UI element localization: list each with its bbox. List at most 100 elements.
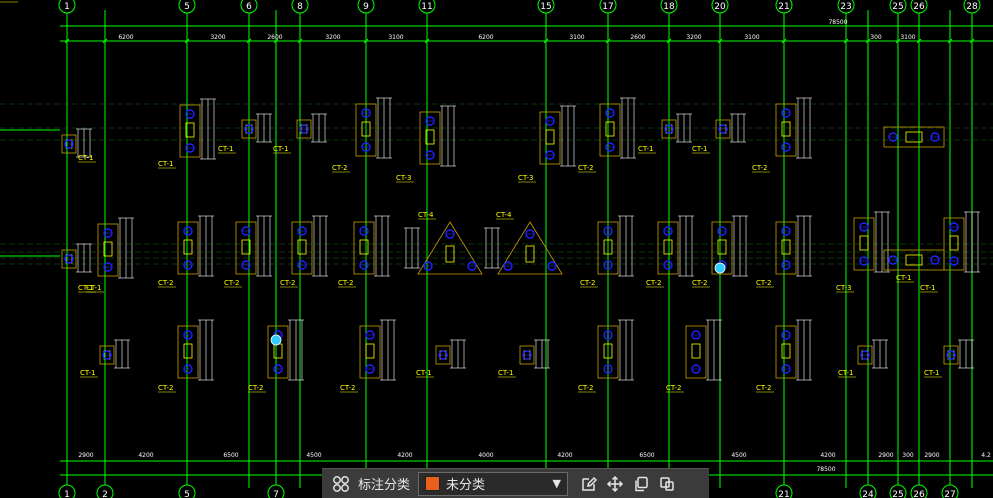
dimension-text-bottom: 4.2 xyxy=(981,452,991,459)
dimension-text-bottom: 4500 xyxy=(306,452,321,459)
column-outline xyxy=(445,245,455,263)
axis-label-bottom: 5 xyxy=(184,490,190,498)
axis-label-top: 8 xyxy=(297,2,303,12)
axis-label-top: 17 xyxy=(602,2,613,12)
pile-cap-tag: CT-4 xyxy=(418,211,434,219)
axis-label-top: 28 xyxy=(966,2,978,12)
column-outline xyxy=(781,343,791,359)
axis-label-bottom: 7 xyxy=(273,490,279,498)
column-outline xyxy=(545,129,555,145)
category-color-swatch xyxy=(425,476,441,491)
pile-cap-tag: CT-3 xyxy=(836,284,852,292)
pile-cap-tag: CT-2 xyxy=(280,279,296,287)
annotation-category-label: 标注分类 xyxy=(358,478,411,493)
chevron-down-icon: ▼ xyxy=(552,477,562,490)
dimension-text-top: 2600 xyxy=(267,34,282,41)
dimension-text-top: 3200 xyxy=(686,34,701,41)
axis-label-top: 18 xyxy=(663,2,675,12)
dimension-text-top: 3100 xyxy=(744,34,759,41)
pile-cap-tag: CT-1 xyxy=(86,284,102,292)
pile-cap-tag: CT-2 xyxy=(756,384,772,392)
dimension-text-bottom: 4200 xyxy=(820,452,835,459)
pile-cap-tag: CT-2 xyxy=(340,384,356,392)
pile-cap-outline xyxy=(775,103,797,157)
dimension-text-bottom: 4200 xyxy=(397,452,412,459)
dimension-text-bottom: 2900 xyxy=(78,452,93,459)
selected-pile-marker xyxy=(714,262,726,274)
dimension-total-bottom: 78500 xyxy=(816,466,835,473)
pile-cap-outline xyxy=(235,221,257,275)
axis-label-top: 23 xyxy=(840,2,851,12)
dimension-text-top: 6200 xyxy=(478,34,493,41)
axis-label-bottom: 27 xyxy=(944,490,955,498)
column-outline xyxy=(781,121,791,137)
pile-cap-outline xyxy=(177,221,199,275)
pile-cap-outline xyxy=(775,221,797,275)
column-outline xyxy=(605,121,615,137)
pile-cap-tag: CT-2 xyxy=(580,279,596,287)
axis-label-bottom: 24 xyxy=(862,490,874,498)
pile-cap-tag: CT-2 xyxy=(756,279,772,287)
grid-icon[interactable] xyxy=(328,471,354,497)
pile-cap-tag: CT-1 xyxy=(920,284,936,292)
pile-cap-outline xyxy=(657,221,679,275)
dimension-text-top: 300 xyxy=(870,34,882,41)
pile-cap-tag: CT-2 xyxy=(158,279,174,287)
axis-label-top: 21 xyxy=(778,2,789,12)
pile-cap-tag: CT-3 xyxy=(518,174,534,182)
pile-cap-tag: CT-1 xyxy=(498,369,514,377)
column-outline xyxy=(365,343,375,359)
pile-cap-outline xyxy=(685,325,707,379)
category-dropdown[interactable]: 未分类 ▼ xyxy=(418,471,569,496)
dimension-text-bottom: 4200 xyxy=(138,452,153,459)
axis-label-bottom: 25 xyxy=(892,490,903,498)
cad-drawing-canvas[interactable]: 1 5 6 8 9 11 15 17 18 20 21 23 25 26 281 2 5 7 21 24 25 26 276… xyxy=(0,0,993,498)
edit-icon[interactable] xyxy=(576,471,602,497)
paste-icon[interactable] xyxy=(654,471,680,497)
pile-cap-outline xyxy=(419,111,441,165)
axis-label-top: 15 xyxy=(540,2,551,12)
dimension-text-bottom: 4500 xyxy=(731,452,746,459)
column-outline xyxy=(691,343,701,359)
pile-cap-outline xyxy=(599,103,621,157)
copy-icon[interactable] xyxy=(628,471,654,497)
pile-cap-tag: CT-1 xyxy=(78,154,94,162)
pile-cap-tag: CT-3 xyxy=(396,174,412,182)
move-icon[interactable] xyxy=(602,471,628,497)
pile-cap-tag: CT-1 xyxy=(838,369,854,377)
axis-label-top: 25 xyxy=(892,2,903,12)
pile-cap-tag: CT-2 xyxy=(578,164,594,172)
category-selected-value: 未分类 xyxy=(446,478,486,493)
axis-label-top: 5 xyxy=(184,2,190,12)
pile-cap-tag: CT-2 xyxy=(224,279,240,287)
column-outline xyxy=(905,131,923,143)
pile-cap-tag: CT-2 xyxy=(338,279,354,287)
axis-label-bottom: 1 xyxy=(64,490,70,498)
pile-cap-tag: CT-2 xyxy=(248,384,264,392)
pile-cap-tag: CT-2 xyxy=(578,384,594,392)
pile-cap-tag: CT-1 xyxy=(158,160,174,168)
dimension-text-bottom: 300 xyxy=(902,452,914,459)
dimension-text-top: 3100 xyxy=(388,34,403,41)
column-outline xyxy=(905,254,923,266)
axis-label-bottom: 2 xyxy=(102,490,108,498)
column-outline xyxy=(183,343,193,359)
pile-cap-tag: CT-4 xyxy=(496,211,512,219)
pile-cap-outline xyxy=(291,221,313,275)
pile-cap-tag: CT-1 xyxy=(692,145,708,153)
pile-cap-tag: CT-1 xyxy=(218,145,234,153)
axis-label-top: 9 xyxy=(363,2,369,12)
column-outline xyxy=(949,235,959,251)
pile-cap-tag: CT-1 xyxy=(638,145,654,153)
dimension-text-top: 6200 xyxy=(118,34,133,41)
dimension-text-top: 3100 xyxy=(569,34,584,41)
pile-cap-tag: CT-2 xyxy=(752,164,768,172)
pile-cap-tag: CT-1 xyxy=(924,369,940,377)
dimension-text-bottom: 2900 xyxy=(924,452,939,459)
dimension-text-top: 2600 xyxy=(630,34,645,41)
pile-cap-outline xyxy=(353,221,375,275)
dimension-text-bottom: 2900 xyxy=(878,452,893,459)
pile-cap-outline xyxy=(177,325,199,379)
pile-cap-outline xyxy=(179,104,201,158)
pile-cap-outline xyxy=(359,325,381,379)
